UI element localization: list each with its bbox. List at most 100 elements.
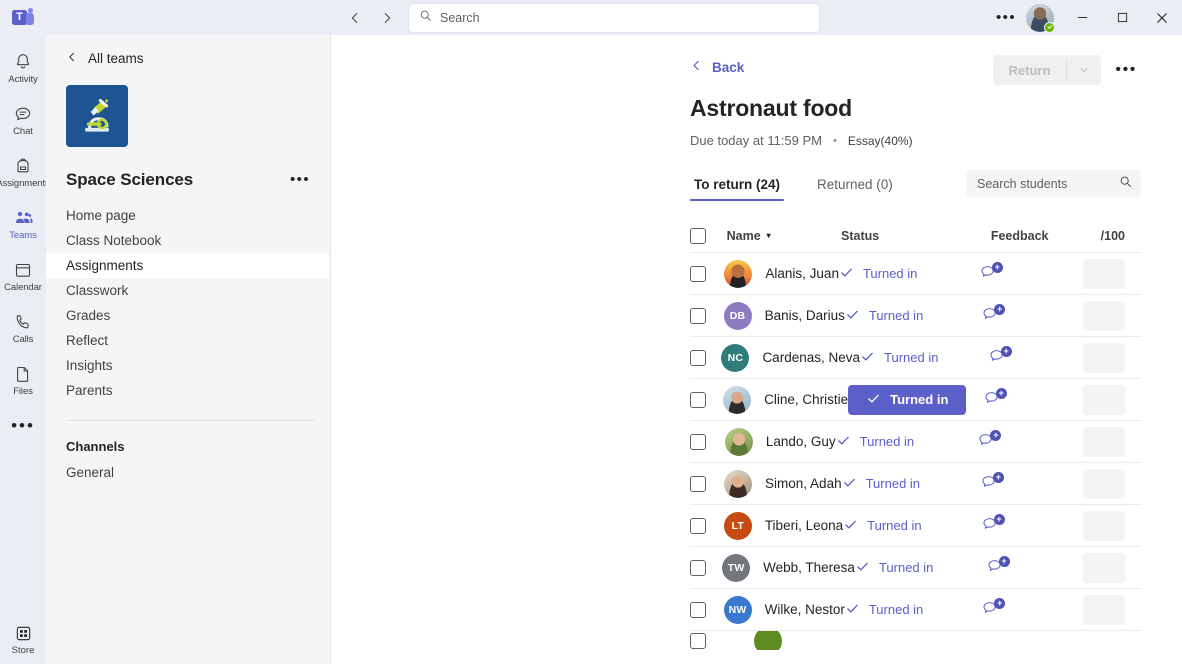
forward-arrow-icon[interactable] [373, 4, 401, 32]
rail-item-store[interactable]: Store [0, 624, 46, 656]
return-button[interactable]: Return [993, 55, 1102, 85]
rail-item-calls[interactable]: Calls [0, 302, 46, 354]
student-search-input[interactable]: Search students [977, 177, 1067, 191]
sidebar-item-class-notebook[interactable]: Class Notebook [46, 228, 330, 253]
status-badge[interactable]: Turned in [843, 511, 921, 541]
column-header-name[interactable]: Name ▾ [727, 229, 841, 243]
row-checkbox[interactable] [690, 350, 706, 366]
feedback-cell: + [982, 516, 1083, 536]
tab-to-return[interactable]: To return (24) [690, 177, 784, 201]
tab-returned[interactable]: Returned (0) [813, 177, 897, 201]
student-search-box[interactable]: Search students [966, 170, 1141, 197]
grade-input[interactable] [1083, 469, 1125, 499]
status-badge[interactable]: Turned in [848, 385, 966, 415]
table-row[interactable]: Cline, ChristieTurned in+ [690, 378, 1141, 420]
add-feedback-icon[interactable]: + [981, 474, 1003, 494]
row-checkbox[interactable] [690, 308, 706, 324]
row-checkbox[interactable] [690, 560, 706, 576]
add-feedback-icon[interactable]: + [978, 432, 1000, 452]
rail-item-label: Assignments [0, 178, 50, 189]
row-checkbox[interactable] [690, 518, 706, 534]
table-row[interactable]: LT Tiberi, LeonaTurned in + [690, 504, 1141, 546]
rail-item-teams[interactable]: Teams [0, 198, 46, 250]
add-feedback-icon[interactable]: + [989, 348, 1011, 368]
grade-input[interactable] [1083, 385, 1125, 415]
table-row[interactable]: Simon, AdahTurned in+ [690, 462, 1141, 504]
assignment-detail-panel: Back Return ••• Astronaut food [331, 35, 1182, 664]
avatar: LT [724, 512, 752, 540]
avatar [724, 470, 752, 498]
global-search-box[interactable]: Search [409, 4, 819, 32]
grade-input[interactable] [1083, 511, 1125, 541]
grade-cell [1083, 511, 1141, 541]
chevron-down-icon[interactable] [1067, 55, 1101, 85]
maximize-button[interactable] [1102, 0, 1142, 35]
assignment-more-options-button[interactable]: ••• [1111, 59, 1141, 81]
status-label: Turned in [860, 434, 914, 449]
add-feedback-icon[interactable]: + [987, 558, 1009, 578]
back-arrow-icon[interactable] [341, 4, 369, 32]
grade-input[interactable] [1083, 595, 1125, 625]
chevron-left-icon [690, 59, 703, 75]
back-button[interactable]: Back [690, 59, 744, 75]
sidebar-item-assignments[interactable]: Assignments [46, 253, 329, 278]
status-badge[interactable]: Turned in [836, 427, 914, 457]
rail-item-chat[interactable]: Chat [0, 94, 46, 146]
rail-item-assignments[interactable]: Assignments [0, 146, 46, 198]
status-badge[interactable]: Turned in [839, 259, 917, 289]
minimize-button[interactable] [1062, 0, 1102, 35]
grade-input[interactable] [1083, 553, 1125, 583]
rail-item-calendar[interactable]: Calendar [0, 250, 46, 302]
status-badge[interactable]: Turned in [855, 553, 933, 583]
add-feedback-icon[interactable]: + [980, 264, 1002, 284]
rail-item-files[interactable]: Files [0, 354, 46, 406]
team-more-options-button[interactable]: ••• [284, 169, 316, 190]
table-row[interactable]: Lando, GuyTurned in+ [690, 420, 1141, 462]
student-cell: NWWilke, Nestor [724, 596, 845, 624]
table-row[interactable]: Alanis, JuanTurned in+ [690, 252, 1141, 294]
sidebar-item-home-page[interactable]: Home page [46, 203, 330, 228]
feedback-cell: + [989, 348, 1083, 368]
app-settings-more-button[interactable]: ••• [990, 2, 1022, 34]
search-input[interactable]: Search [440, 11, 480, 25]
row-checkbox[interactable] [690, 434, 706, 450]
sidebar-item-grades[interactable]: Grades [46, 303, 330, 328]
add-feedback-icon[interactable]: + [982, 516, 1004, 536]
table-row[interactable]: DBBanis, DariusTurned in+ [690, 294, 1141, 336]
row-checkbox[interactable] [690, 633, 706, 649]
add-feedback-icon[interactable]: + [982, 306, 1004, 326]
table-row[interactable]: TWWebb, TheresaTurned in+ [690, 546, 1141, 588]
student-name: Tiberi, Leona [765, 518, 843, 533]
table-row-partial[interactable] [690, 630, 1141, 650]
grade-input[interactable] [1083, 427, 1125, 457]
sidebar-item-insights[interactable]: Insights [46, 353, 330, 378]
grade-input[interactable] [1083, 343, 1125, 373]
rail-item-activity[interactable]: Activity [0, 42, 46, 94]
row-checkbox[interactable] [690, 602, 706, 618]
row-checkbox[interactable] [690, 392, 706, 408]
status-badge[interactable]: Turned in [845, 595, 923, 625]
grade-input[interactable] [1083, 259, 1125, 289]
channel-item-general[interactable]: General [46, 460, 330, 484]
student-cell [754, 630, 954, 650]
avatar [723, 386, 751, 414]
status-badge[interactable]: Turned in [842, 469, 920, 499]
row-checkbox[interactable] [690, 476, 706, 492]
status-badge[interactable]: Turned in [845, 301, 923, 331]
add-feedback-icon[interactable]: + [982, 600, 1004, 620]
user-avatar[interactable] [1026, 4, 1054, 32]
close-button[interactable] [1142, 0, 1182, 35]
sidebar-item-reflect[interactable]: Reflect [46, 328, 330, 353]
table-row[interactable]: NWWilke, NestorTurned in + [690, 588, 1141, 630]
select-all-checkbox[interactable] [690, 228, 706, 244]
table-row[interactable]: NCCardenas, NevaTurned in+ [690, 336, 1141, 378]
row-checkbox[interactable] [690, 266, 706, 282]
all-teams-back-link[interactable]: All teams [46, 35, 330, 66]
team-avatar[interactable] [66, 85, 128, 147]
status-badge[interactable]: Turned in [860, 343, 938, 373]
rail-more-apps-button[interactable]: ••• [0, 406, 46, 446]
sidebar-item-parents[interactable]: Parents [46, 378, 330, 403]
grade-input[interactable] [1083, 301, 1125, 331]
sidebar-item-classwork[interactable]: Classwork [46, 278, 330, 303]
add-feedback-icon[interactable]: + [984, 390, 1006, 410]
